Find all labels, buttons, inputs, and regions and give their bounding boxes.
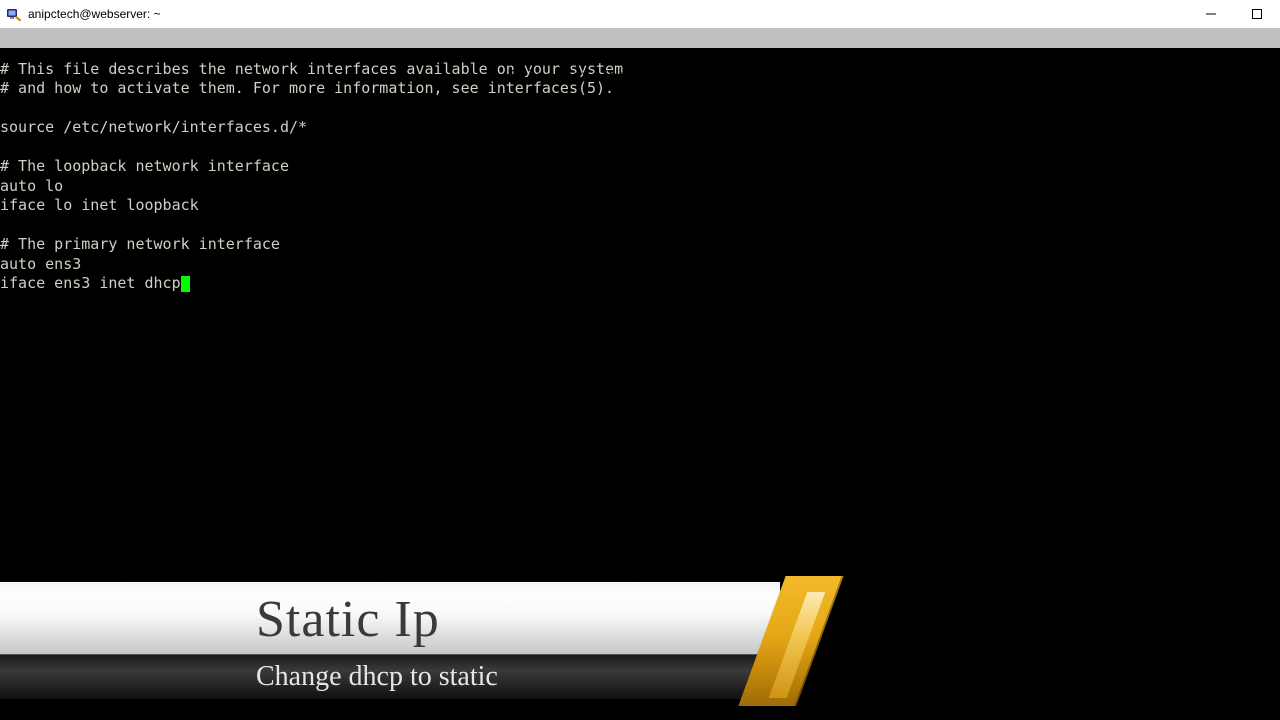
window-titlebar[interactable]: anipctech@webserver: ~ (0, 0, 1280, 29)
lower-third-title: Static Ip (256, 590, 440, 649)
nano-file-label: File: /etc/network/interfaces (509, 67, 771, 87)
lower-third: Static Ip Change dhcp to static (0, 582, 820, 700)
lower-third-subtitle: Change dhcp to static (256, 661, 498, 693)
file-content[interactable]: # This file describes the network interf… (0, 60, 1280, 294)
maximize-button[interactable] (1234, 0, 1280, 28)
nano-header: GNU nano 2.5.3 File: /etc/network/interf… (0, 28, 1280, 48)
putty-icon (6, 6, 22, 22)
lower-third-bottom: Change dhcp to static (0, 654, 780, 700)
window-controls (1188, 0, 1280, 28)
minimize-button[interactable] (1188, 0, 1234, 28)
lower-third-top: Static Ip (0, 582, 780, 656)
putty-window: anipctech@webserver: ~ GNU nano 2.5.3 Fi… (0, 0, 1280, 720)
nano-app-label: GNU nano 2.5.3 (60, 48, 205, 66)
window-title: anipctech@webserver: ~ (28, 7, 161, 21)
terminal-cursor (181, 276, 190, 292)
